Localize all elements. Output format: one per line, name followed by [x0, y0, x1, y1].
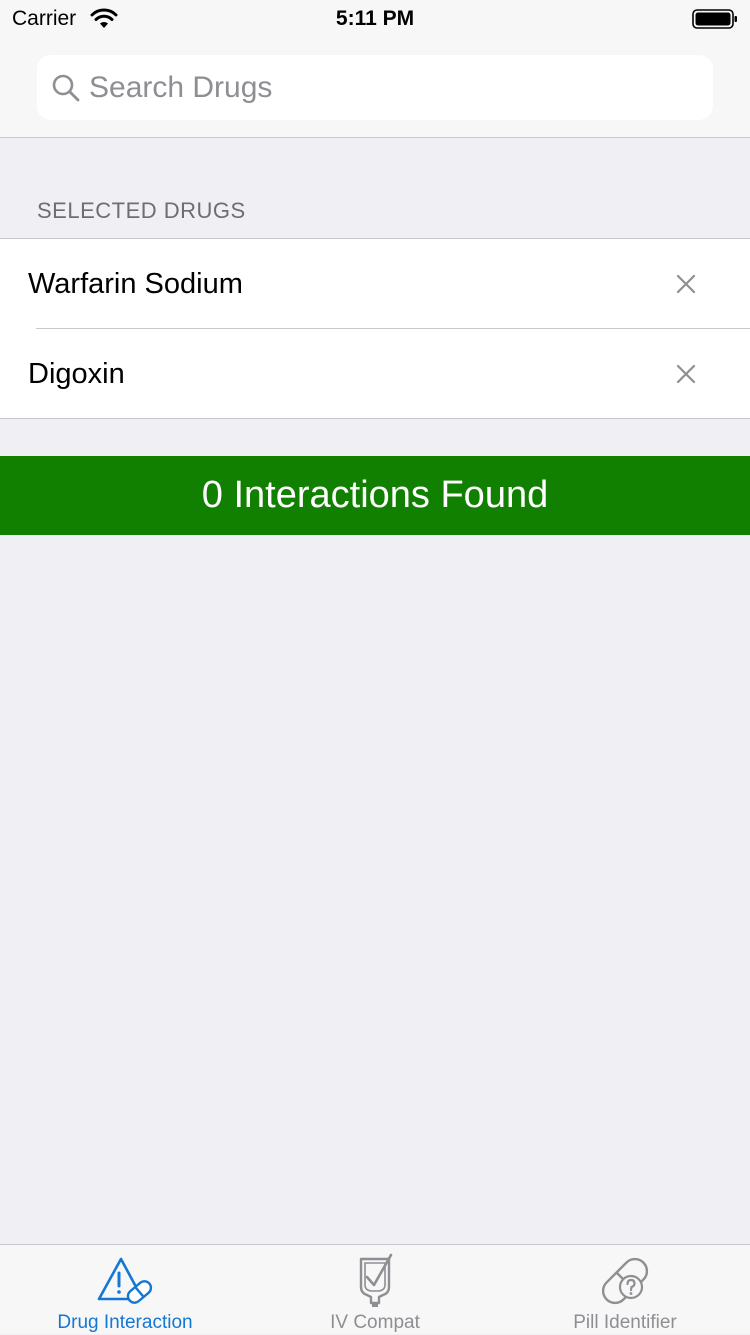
drug-row: Digoxin: [0, 329, 750, 419]
tab-label: Pill Identifier: [573, 1312, 677, 1333]
tab-iv-compat[interactable]: IV Compat: [250, 1245, 500, 1335]
selected-drugs-header: SELECTED DRUGS: [37, 198, 246, 223]
search-header: [0, 40, 750, 138]
drug-name: Digoxin: [28, 358, 125, 390]
pill-question-icon: [601, 1257, 649, 1305]
remove-drug-button[interactable]: [662, 260, 710, 308]
iv-bag-check-icon: [359, 1253, 393, 1307]
tab-drug-interaction[interactable]: Drug Interaction: [0, 1245, 250, 1335]
drug-name: Warfarin Sodium: [28, 268, 243, 300]
status-bar: Carrier 5:11 PM: [0, 0, 750, 40]
close-icon: [676, 274, 696, 294]
status-time: 5:11 PM: [335, 7, 415, 30]
close-icon: [676, 364, 696, 384]
drug-row: Warfarin Sodium: [0, 239, 750, 329]
warning-pill-icon: [97, 1257, 153, 1304]
tab-pill-identifier[interactable]: Pill Identifier: [500, 1245, 750, 1335]
selected-drugs-list: Warfarin Sodium Digoxin: [0, 238, 750, 419]
remove-drug-button[interactable]: [662, 350, 710, 398]
tab-label: IV Compat: [330, 1312, 420, 1333]
tab-bar: Drug Interaction IV Compat Pill Identifi…: [0, 1244, 750, 1334]
tab-label: Drug Interaction: [57, 1312, 193, 1333]
battery-icon: [692, 9, 737, 29]
interactions-result-banner[interactable]: 0 Interactions Found: [0, 456, 750, 535]
search-input[interactable]: [89, 55, 689, 120]
search-icon: [52, 74, 80, 102]
search-box[interactable]: [37, 55, 713, 120]
